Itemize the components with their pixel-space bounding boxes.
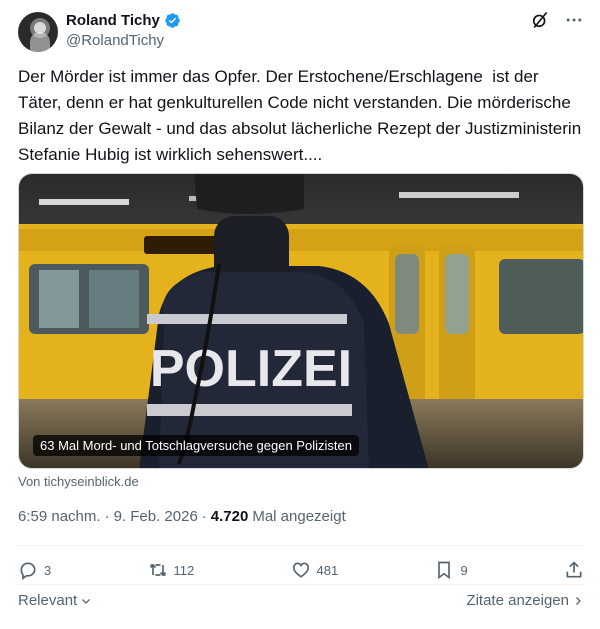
divider [18,545,584,546]
name-row: Roland Tichy [66,12,181,29]
sort-label: Relevant [18,592,78,609]
tweet-time[interactable]: 6:59 nachm. [18,508,101,525]
bookmark-button[interactable]: 9 [434,560,468,580]
verified-badge-icon[interactable] [164,12,181,29]
reply-count: 3 [44,562,52,578]
share-icon [566,561,582,578]
tweet-date[interactable]: 9. Feb. 2026 [114,508,198,525]
handle[interactable]: @RolandTichy [66,32,164,49]
tweet-header: Roland Tichy @RolandTichy [18,10,584,54]
tweet-top-actions [530,10,584,30]
tweet-text: Der Mörder ist immer das Opfer. Der Erst… [18,67,586,164]
meta-separator: · [201,508,207,525]
share-button[interactable] [564,560,584,580]
view-count[interactable]: 4.720 [211,508,249,525]
card-image: POLIZEI [19,174,583,468]
meta-separator: · [104,508,110,525]
replies-controls: Relevant Zitate anzeigen [18,592,584,609]
display-name[interactable]: Roland Tichy [66,12,160,29]
avatar[interactable] [18,12,58,52]
link-card[interactable]: POLIZEI 63 Mal Mord- und Totschlagversuc… [18,173,584,469]
bookmark-count: 9 [460,562,468,578]
repost-count: 112 [173,562,195,578]
polizei-text: POLIZEI [150,340,352,398]
bookmark-icon [438,561,451,580]
chevron-down-icon [82,598,91,604]
divider [18,584,584,585]
action-bar: 3 112 481 9 [18,556,584,584]
views-label: Mal angezeigt [252,508,346,525]
like-count: 481 [316,562,339,578]
quotes-label: Zitate anzeigen [466,592,569,609]
repost-icon [149,564,166,576]
chevron-right-icon [576,596,581,605]
reply-button[interactable]: 3 [18,560,51,580]
view-quotes-link[interactable]: Zitate anzeigen [466,592,584,609]
card-source[interactable]: Von tichyseinblick.de [18,474,139,489]
grok-icon[interactable] [530,10,550,30]
tweet-meta: 6:59 nachm. · 9. Feb. 2026 · 4.720 Mal a… [18,508,346,525]
like-button[interactable]: 481 [291,560,339,580]
like-icon [292,562,309,578]
sort-dropdown[interactable]: Relevant [18,592,92,609]
card-caption: 63 Mal Mord- und Totschlagversuche gegen… [33,435,359,456]
more-icon[interactable] [564,10,584,30]
repost-button[interactable]: 112 [148,560,195,580]
reply-icon [20,562,36,580]
